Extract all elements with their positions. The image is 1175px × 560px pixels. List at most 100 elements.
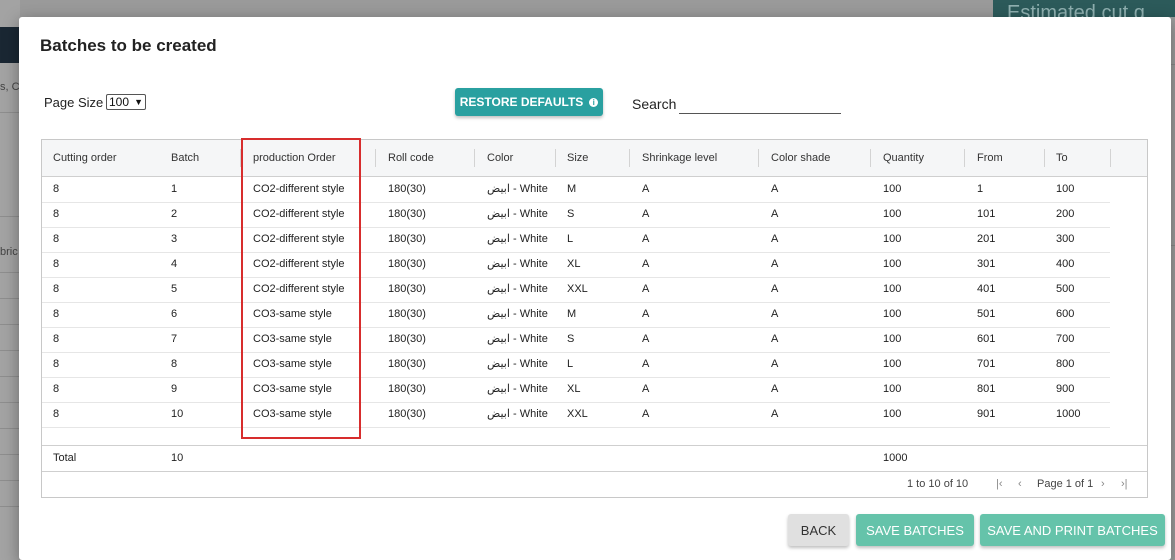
cell-color: ابيض - White: [487, 308, 548, 320]
cell-color-shade: A: [771, 333, 779, 345]
page-indicator: Page 1 of 1: [1037, 478, 1094, 490]
background-divider: [0, 402, 20, 403]
column-header-batch[interactable]: Batch: [171, 140, 199, 176]
column-separator[interactable]: [1110, 149, 1111, 167]
cell-quantity: 100: [883, 183, 902, 195]
cell-roll-code: 180(30): [388, 408, 426, 420]
cell-roll-code: 180(30): [388, 183, 426, 195]
restore-defaults-label: RESTORE DEFAULTS: [459, 95, 584, 109]
cell-to: 500: [1056, 283, 1075, 295]
cell-roll-code: 180(30): [388, 358, 426, 370]
search-input[interactable]: [679, 96, 841, 114]
cell-color-shade: A: [771, 383, 779, 395]
cell-from: 501: [977, 308, 996, 320]
column-header-color-shade[interactable]: Color shade: [771, 140, 830, 176]
column-separator[interactable]: [758, 149, 759, 167]
grid-header: Cutting order Batch production Order Rol…: [42, 140, 1147, 177]
page-size-select[interactable]: 100 ▼: [106, 94, 146, 110]
cell-from: 301: [977, 258, 996, 270]
cell-cutting-order: 8: [53, 283, 60, 295]
save-and-print-batches-button[interactable]: SAVE AND PRINT BATCHES: [980, 514, 1165, 546]
table-row[interactable]: 8 6 CO3-same style 180(30) ابيض - White M A A 10…: [42, 302, 1110, 328]
dialog-title: Batches to be created: [40, 36, 217, 55]
cell-size: M: [567, 183, 577, 195]
column-separator[interactable]: [375, 149, 376, 167]
cell-quantity: 100: [883, 358, 902, 370]
last-page-icon[interactable]: ›|: [1121, 478, 1128, 490]
column-header-quantity[interactable]: Quantity: [883, 140, 924, 176]
column-separator[interactable]: [240, 149, 241, 167]
table-row[interactable]: 8 8 CO3-same style 180(30) ابيض - White L A A 10…: [42, 352, 1110, 378]
cell-batch: 5: [171, 283, 178, 295]
batches-dialog: Batches to be created Page Size 100 ▼ RE…: [19, 17, 1171, 560]
column-separator[interactable]: [629, 149, 630, 167]
cell-shrinkage-level: A: [642, 258, 650, 270]
cell-color-shade: A: [771, 408, 779, 420]
cell-to: 900: [1056, 383, 1075, 395]
pagination-summary: 1 to 10 of 10: [907, 478, 969, 490]
column-header-shrinkage-level[interactable]: Shrinkage level: [642, 140, 717, 176]
restore-defaults-button[interactable]: RESTORE DEFAULTS i: [455, 88, 603, 116]
column-header-to[interactable]: To: [1056, 140, 1068, 176]
column-separator[interactable]: [474, 149, 475, 167]
table-row[interactable]: 8 5 CO2-different style 180(30) ابيض - White…: [42, 277, 1110, 303]
cell-shrinkage-level: A: [642, 208, 650, 220]
column-header-size[interactable]: Size: [567, 140, 588, 176]
info-icon: i: [589, 97, 599, 107]
background-divider: [0, 298, 20, 299]
table-row[interactable]: 8 10 CO3-same style 180(30) ابيض - White XXL A…: [42, 402, 1110, 428]
cell-roll-code: 180(30): [388, 333, 426, 345]
column-header-roll-code[interactable]: Roll code: [388, 140, 434, 176]
column-header-production-order[interactable]: production Order: [253, 140, 336, 176]
table-row[interactable]: 8 2 CO2-different style 180(30) ابيض - White…: [42, 202, 1110, 228]
table-row[interactable]: 8 4 CO2-different style 180(30) ابيض - White…: [42, 252, 1110, 278]
background-divider: [0, 112, 20, 113]
cell-production-order: CO3-same style: [253, 308, 332, 320]
cell-size: M: [567, 308, 577, 320]
cell-batch: 4: [171, 258, 178, 270]
background-divider: [0, 350, 20, 351]
column-separator[interactable]: [1044, 149, 1045, 167]
cell-batch: 9: [171, 383, 178, 395]
table-row[interactable]: 8 3 CO2-different style 180(30) ابيض - White…: [42, 227, 1110, 253]
column-header-color[interactable]: Color: [487, 140, 513, 176]
column-header-cutting-order[interactable]: Cutting order: [53, 140, 117, 176]
table-row[interactable]: 8 9 CO3-same style 180(30) ابيض - White XL A A 1…: [42, 377, 1110, 403]
column-separator[interactable]: [555, 149, 556, 167]
cell-production-order: CO3-same style: [253, 333, 332, 345]
cell-quantity: 100: [883, 258, 902, 270]
next-page-icon[interactable]: ›: [1101, 478, 1105, 490]
save-batches-button[interactable]: SAVE BATCHES: [856, 514, 974, 546]
back-button[interactable]: BACK: [788, 514, 849, 546]
cell-cutting-order: 8: [53, 358, 60, 370]
background-banner: Estimated cut q: [993, 0, 1175, 17]
table-row[interactable]: 8 7 CO3-same style 180(30) ابيض - White S A A 10…: [42, 327, 1110, 353]
background-left-text: bric: [0, 246, 18, 258]
cell-quantity: 100: [883, 408, 902, 420]
cell-shrinkage-level: A: [642, 383, 650, 395]
cell-production-order: CO2-different style: [253, 183, 345, 195]
cell-from: 801: [977, 383, 996, 395]
cell-roll-code: 180(30): [388, 283, 426, 295]
cell-roll-code: 180(30): [388, 383, 426, 395]
cell-size: S: [567, 333, 575, 345]
cell-color: ابيض - White: [487, 408, 548, 420]
cell-shrinkage-level: A: [642, 408, 650, 420]
cell-quantity: 100: [883, 283, 902, 295]
previous-page-icon[interactable]: ‹: [1018, 478, 1022, 490]
table-row[interactable]: 8 1 CO2-different style 180(30) ابيض - White…: [42, 177, 1110, 203]
cell-size: L: [567, 358, 574, 370]
cell-color-shade: A: [771, 233, 779, 245]
cell-size: S: [567, 208, 575, 220]
cell-production-order: CO3-same style: [253, 383, 332, 395]
cell-batch: 6: [171, 308, 178, 320]
cell-color: ابيض - White: [487, 233, 548, 245]
column-header-from[interactable]: From: [977, 140, 1003, 176]
cell-cutting-order: 8: [53, 333, 60, 345]
cell-color-shade: A: [771, 308, 779, 320]
column-separator[interactable]: [870, 149, 871, 167]
first-page-icon[interactable]: |‹: [996, 478, 1003, 490]
cell-cutting-order: 8: [53, 233, 60, 245]
cell-color-shade: A: [771, 258, 779, 270]
column-separator[interactable]: [964, 149, 965, 167]
